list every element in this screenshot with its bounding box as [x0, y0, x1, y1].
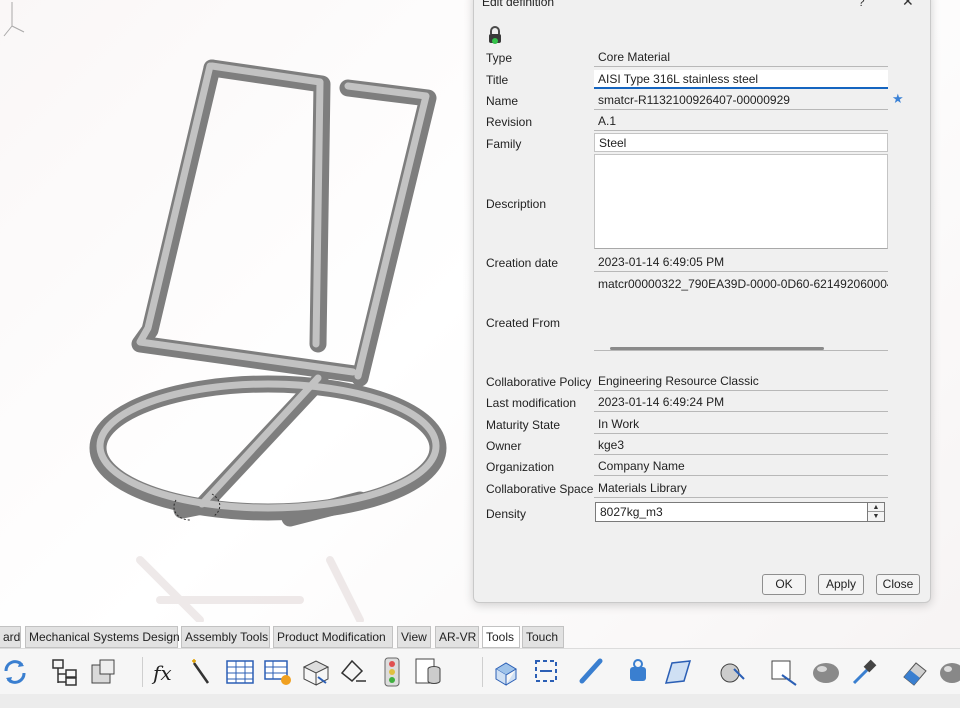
revision-label: Revision: [486, 115, 533, 129]
horizontal-scrollbar[interactable]: [610, 347, 824, 350]
collab-space-label: Collaborative Space: [486, 482, 594, 496]
tab-tools[interactable]: Tools: [482, 626, 520, 648]
owner-label: Owner: [486, 439, 522, 453]
tab-standard[interactable]: ard: [0, 626, 21, 648]
title-field[interactable]: AISI Type 316L stainless steel: [594, 70, 888, 89]
owner-field: kge3: [594, 436, 888, 455]
refresh-icon[interactable]: [0, 655, 32, 689]
toolbar-separator: [482, 657, 483, 687]
description-label: Description: [486, 197, 547, 211]
creation-date-field: 2023-01-14 6:49:05 PM: [594, 253, 888, 272]
material-sphere-icon[interactable]: [810, 655, 842, 689]
maturity-state-label: Maturity State: [486, 418, 561, 432]
replace-icon[interactable]: [530, 655, 562, 689]
tab-view[interactable]: View: [397, 626, 431, 648]
cube-icon[interactable]: [488, 655, 520, 689]
organization-field: Company Name: [594, 457, 888, 476]
action-toolbar: fx: [0, 648, 960, 694]
edit-definition-dialog: Edit definition ? ✕ Type Core Material T…: [473, 0, 931, 603]
name-field: smatcr-R1132100926407-00000929: [594, 91, 888, 110]
tag-icon[interactable]: [338, 655, 370, 689]
dialog-title: Edit definition: [482, 0, 555, 9]
magic-wand-icon[interactable]: [186, 655, 218, 689]
revision-field: A.1: [594, 112, 888, 131]
created-from-box: matcr00000322_790EA39D-0000-0D60-6214920…: [594, 273, 888, 351]
family-field[interactable]: Steel: [594, 133, 888, 152]
apply-button[interactable]: Apply: [818, 574, 864, 595]
table-icon[interactable]: [224, 655, 256, 689]
collab-policy-field: Engineering Resource Classic: [594, 372, 888, 391]
creation-date-label: Creation date: [486, 256, 559, 270]
family-label: Family: [486, 137, 522, 151]
tab-touch[interactable]: Touch: [522, 626, 564, 648]
close-button[interactable]: Close: [876, 574, 920, 595]
status-strip: [0, 694, 960, 708]
ok-button[interactable]: OK: [762, 574, 806, 595]
catalog-icon[interactable]: [300, 655, 332, 689]
eraser-icon[interactable]: [898, 655, 930, 689]
collab-policy-label: Collaborative Policy: [486, 375, 592, 389]
toolbar-separator: [142, 657, 143, 687]
type-field: Core Material: [594, 48, 888, 67]
section-icon[interactable]: [662, 655, 694, 689]
formula-icon[interactable]: fx: [150, 655, 182, 689]
parts-icon[interactable]: [88, 655, 120, 689]
density-input[interactable]: 8027kg_m3: [595, 502, 885, 522]
description-textarea[interactable]: [594, 154, 888, 249]
material-icon[interactable]: [934, 655, 960, 689]
maturity-state-field: In Work: [594, 415, 888, 434]
star-icon[interactable]: ★: [892, 91, 904, 107]
spin-up-icon[interactable]: ▲: [868, 503, 884, 512]
workbench-tab-bar: ard Mechanical Systems Design Assembly T…: [0, 626, 960, 648]
tree-icon[interactable]: [50, 655, 82, 689]
name-label: Name: [486, 94, 519, 108]
tab-assembly-tools[interactable]: Assembly Tools: [181, 626, 270, 648]
table-settings-icon[interactable]: [262, 655, 294, 689]
last-modification-field: 2023-01-14 6:49:24 PM: [594, 393, 888, 412]
tab-product-modification[interactable]: Product Modification: [273, 626, 393, 648]
measure-icon[interactable]: [576, 655, 608, 689]
density-spinner: ▲ ▼: [867, 502, 885, 522]
traffic-light-icon[interactable]: [376, 655, 408, 689]
compass-icon[interactable]: [0, 0, 28, 44]
svg-text:fx: fx: [151, 661, 172, 685]
last-modification-label: Last modification: [486, 396, 577, 410]
help-button[interactable]: ?: [858, 0, 865, 9]
spin-down-icon[interactable]: ▼: [868, 512, 884, 521]
density-label: Density: [486, 507, 527, 521]
title-label: Title: [486, 73, 509, 87]
type-label: Type: [486, 51, 513, 65]
tab-mechanical-systems-design[interactable]: Mechanical Systems Design: [25, 626, 180, 648]
database-icon[interactable]: [412, 655, 444, 689]
created-from-value: matcr00000322_790EA39D-0000-0D60-6214920…: [598, 277, 888, 291]
check-tool-icon[interactable]: [768, 655, 800, 689]
close-icon[interactable]: ✕: [902, 0, 914, 10]
sphere-tool-icon[interactable]: [716, 655, 748, 689]
dropper-icon[interactable]: [848, 655, 880, 689]
created-from-label: Created From: [486, 316, 561, 330]
organization-label: Organization: [486, 460, 555, 474]
tab-ar-vr[interactable]: AR-VR: [435, 626, 479, 648]
collab-space-field: Materials Library: [594, 479, 888, 498]
lock-icon: [489, 26, 501, 44]
weight-icon[interactable]: [622, 655, 654, 689]
